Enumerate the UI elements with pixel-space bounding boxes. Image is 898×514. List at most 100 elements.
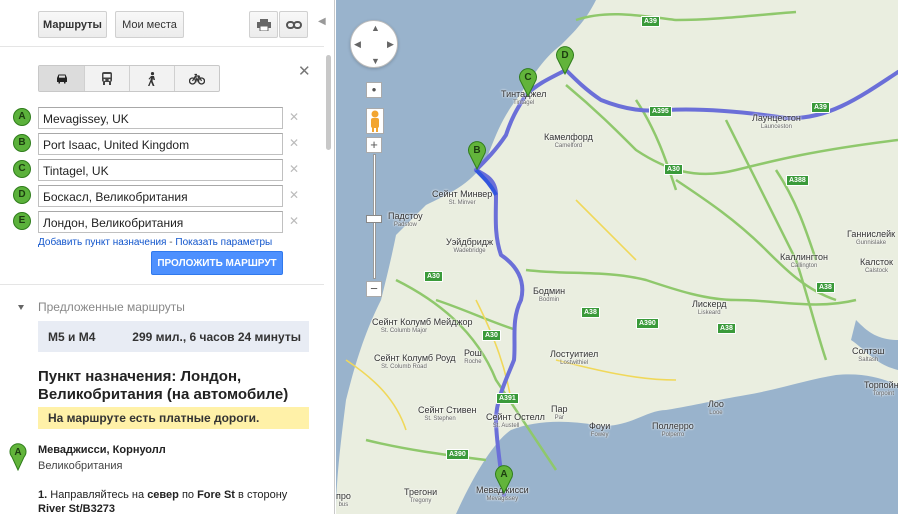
- road-label: A390: [636, 318, 659, 329]
- road-label: A391: [496, 393, 519, 404]
- place-label: Калсток Calstock: [860, 257, 893, 275]
- direction-step[interactable]: 1. Направляйтесь на север по Fore St в с…: [38, 488, 288, 514]
- mode-transit[interactable]: [84, 66, 129, 91]
- pan-control[interactable]: ▲ ▼ ◀ ▶: [350, 20, 398, 68]
- map-pin-b[interactable]: B: [467, 140, 487, 170]
- place-label: Пар Par: [551, 404, 568, 422]
- start-marker[interactable]: A: [9, 443, 27, 474]
- suggested-route[interactable]: M5 и M4 299 мил., 6 часов 24 минуты: [38, 321, 309, 352]
- marker-c-icon: C: [13, 160, 31, 178]
- road-label: A30: [424, 271, 443, 282]
- zoom-out-button[interactable]: −: [366, 281, 382, 297]
- link-button[interactable]: [279, 11, 308, 38]
- pegman-icon[interactable]: [366, 108, 384, 134]
- directions-panel: Маршруты Мои места ◀ ✕ A Mevagissey, UK …: [0, 0, 335, 514]
- pan-right-icon[interactable]: ▶: [387, 39, 394, 50]
- pan-up-icon[interactable]: ▲: [371, 23, 380, 33]
- add-destination-link[interactable]: Добавить пункт назначения: [38, 237, 166, 248]
- marker-e-icon: E: [13, 212, 31, 230]
- marker-a-icon: A: [13, 108, 31, 126]
- divider: [0, 46, 324, 47]
- step-text: в сторону: [234, 489, 288, 501]
- place-label: Лаунцестон Launceston: [752, 113, 801, 131]
- waypoint-input[interactable]: Port Isaac, United Kingdom: [38, 133, 283, 155]
- marker-pin-icon: B: [468, 141, 486, 170]
- waypoint-d: D Боскасл, Великобритания ✕: [13, 185, 313, 207]
- waypoint-a: A Mevagissey, UK ✕: [13, 107, 313, 129]
- place-label: Лискерд Liskeard: [692, 299, 727, 317]
- car-icon: [56, 74, 67, 84]
- mode-car[interactable]: [39, 66, 84, 91]
- divider: [0, 284, 324, 285]
- bike-icon: [189, 73, 205, 85]
- place-label: Сейнт Колумб Мейджор St. Columb Major: [372, 317, 473, 335]
- road-label: A39: [641, 16, 660, 27]
- get-directions-button[interactable]: ПРОЛОЖИТЬ МАРШРУТ: [151, 251, 283, 275]
- road-label: A30: [664, 164, 683, 175]
- svg-text:B: B: [473, 145, 480, 156]
- remove-waypoint-icon[interactable]: ✕: [289, 136, 299, 150]
- start-location-name: Меваджисси, Корнуолл: [38, 444, 166, 456]
- marker-pin-icon: A: [9, 443, 27, 472]
- close-icon[interactable]: ✕: [298, 62, 311, 80]
- place-label: Бодмин Bodmin: [533, 286, 566, 304]
- zoom-slider-thumb[interactable]: [366, 215, 382, 223]
- place-label: Уэйдбридж Wadebridge: [446, 237, 494, 255]
- marker-pin-icon: A: [495, 465, 513, 494]
- map-pin-d[interactable]: D: [555, 45, 575, 75]
- waypoint-c: C Tintagel, UK ✕: [13, 159, 313, 181]
- pan-left-icon[interactable]: ◀: [354, 39, 361, 50]
- remove-waypoint-icon[interactable]: ✕: [289, 162, 299, 176]
- place-label: Каллингтон Callington: [780, 252, 829, 270]
- svg-text:D: D: [561, 50, 568, 61]
- map-pin-c[interactable]: C: [518, 67, 538, 97]
- step-text: Направляйтесь на: [47, 489, 148, 501]
- panel-scrollbar[interactable]: [326, 55, 331, 150]
- route-name: M5 и M4: [48, 329, 96, 344]
- reset-view-icon[interactable]: •: [366, 82, 382, 98]
- zoom-in-button[interactable]: +: [366, 137, 382, 153]
- my-places-tab[interactable]: Мои места: [115, 11, 184, 38]
- map-pin-a[interactable]: A: [494, 464, 514, 494]
- pan-down-icon[interactable]: ▼: [371, 56, 380, 66]
- waypoint-input[interactable]: Mevagissey, UK: [38, 107, 283, 129]
- routes-tab[interactable]: Маршруты: [38, 11, 107, 38]
- place-label: Сейнт Стивен St. Stephen: [418, 405, 477, 423]
- waypoint-input[interactable]: Лондон, Великобритания: [38, 211, 283, 233]
- place-label: Сейнт Минвер St. Minver: [432, 189, 493, 207]
- place-label: Трегони Tregony: [404, 487, 438, 505]
- remove-waypoint-icon[interactable]: ✕: [289, 110, 299, 124]
- mode-bike[interactable]: [174, 66, 219, 91]
- marker-pin-icon: C: [519, 68, 537, 97]
- marker-b-icon: B: [13, 134, 31, 152]
- travel-mode-selector: [38, 65, 220, 92]
- remove-waypoint-icon[interactable]: ✕: [289, 214, 299, 228]
- suggested-routes-header[interactable]: Предложенные маршруты: [18, 300, 185, 314]
- place-label: Сейнт Колумб Роуд St. Columb Road: [374, 353, 456, 371]
- toolbar: Маршруты Мои места ◀: [0, 0, 334, 46]
- step-street: Fore St: [197, 489, 235, 501]
- suggested-routes-title: Предложенные маршруты: [38, 300, 185, 314]
- place-label: Падстоу Padstow: [388, 211, 423, 229]
- waypoint-input[interactable]: Боскасл, Великобритания: [38, 185, 283, 207]
- waypoint-input[interactable]: Tintagel, UK: [38, 159, 283, 181]
- maps-app: Маршруты Мои места ◀ ✕ A Mevagissey, UK …: [0, 0, 898, 514]
- map-canvas[interactable]: A39 A395 A30 A388 A39 A38 A38 A390 A38 A…: [336, 0, 898, 514]
- road-label: A388: [786, 175, 809, 186]
- walk-icon: [148, 71, 155, 86]
- destination-title: Пункт назначения: Лондон, Великобритания…: [38, 368, 289, 403]
- road-label: A38: [581, 307, 600, 318]
- road-label: A30: [482, 330, 501, 341]
- show-options-link[interactable]: Показать параметры: [175, 237, 272, 248]
- collapse-panel-icon[interactable]: ◀: [318, 16, 326, 28]
- waypoint-e: E Лондон, Великобритания ✕: [13, 211, 313, 233]
- route-info: 299 мил., 6 часов 24 минуты: [132, 329, 301, 344]
- road-label: A395: [649, 106, 672, 117]
- road-label: A38: [816, 282, 835, 293]
- step-number: 1.: [38, 489, 48, 501]
- remove-waypoint-icon[interactable]: ✕: [289, 188, 299, 202]
- print-button[interactable]: [249, 11, 278, 38]
- mode-walk[interactable]: [129, 66, 174, 91]
- step-street: River St/B3273: [38, 503, 116, 514]
- place-label: ТорпойнтTorpoint: [864, 380, 898, 398]
